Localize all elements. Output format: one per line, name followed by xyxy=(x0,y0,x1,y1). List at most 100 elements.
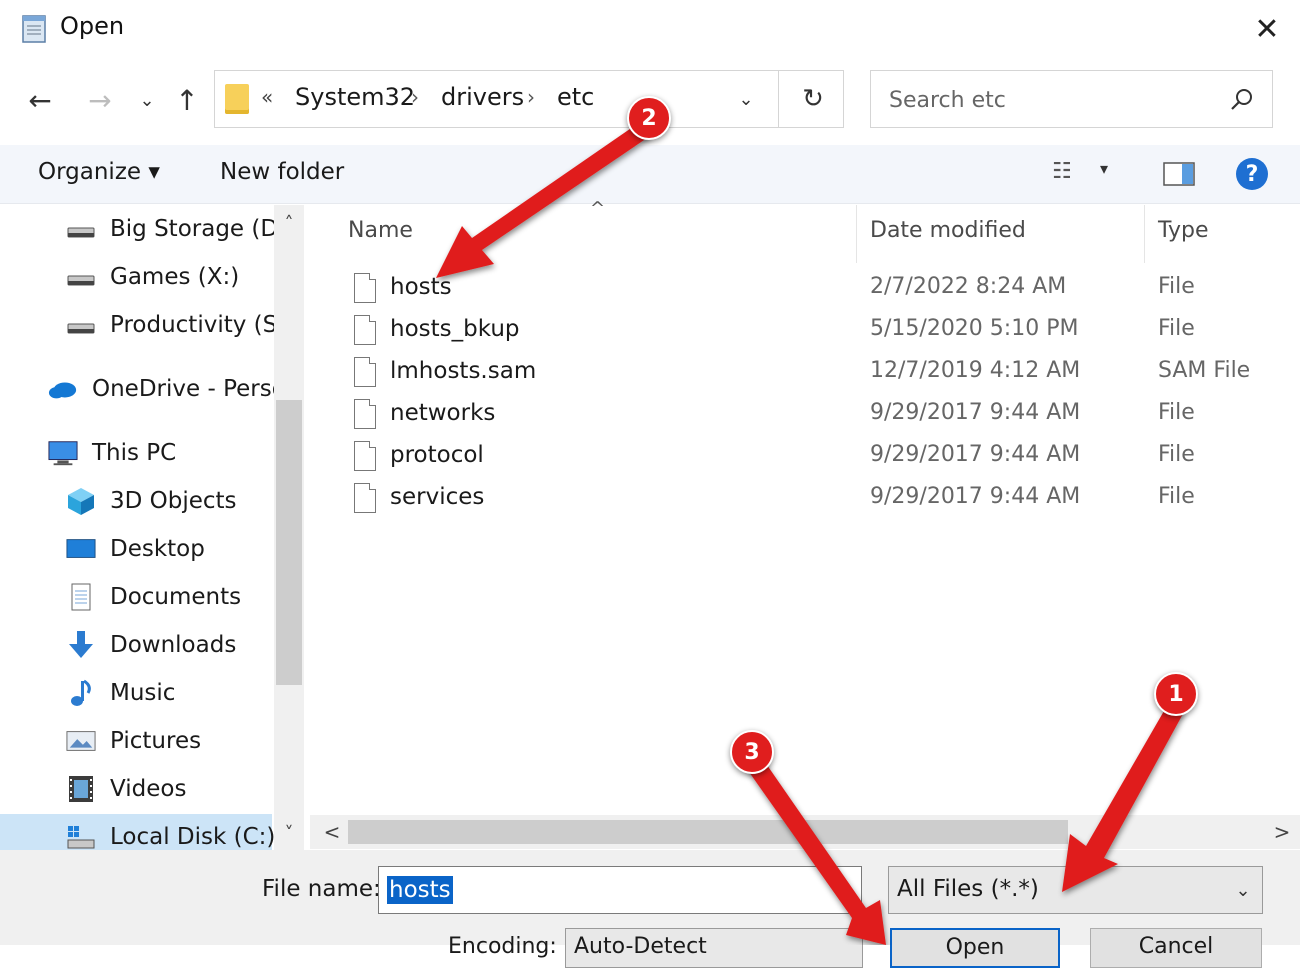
horizontal-scroll-thumb[interactable] xyxy=(348,820,1068,844)
nav-scroll-up-button[interactable]: ˄ xyxy=(276,208,302,238)
file-date: 9/29/2017 9:44 AM xyxy=(870,442,1081,467)
document-icon xyxy=(66,582,96,612)
breadcrumb-etc[interactable]: etc xyxy=(557,83,594,111)
nav-item-label: Local Disk (C:) xyxy=(110,824,276,850)
breadcrumb-overflow[interactable]: « xyxy=(261,85,273,109)
file-icon xyxy=(354,483,376,513)
file-row-protocol[interactable]: protocol 9/29/2017 9:44 AM File xyxy=(340,436,1290,478)
file-name-input[interactable]: hosts ⌄ xyxy=(378,866,862,914)
nav-item-label: This PC xyxy=(92,440,177,466)
folder-icon xyxy=(225,84,249,114)
search-icon[interactable] xyxy=(1227,85,1257,115)
drive-icon xyxy=(66,214,96,244)
refresh-button[interactable]: ↻ xyxy=(785,77,841,121)
view-dropdown-button[interactable]: ▾ xyxy=(1100,159,1124,189)
chevron-up-icon: ˄ xyxy=(284,212,294,234)
help-button[interactable]: ? xyxy=(1236,158,1268,190)
address-dropdown-button[interactable]: ⌄ xyxy=(731,79,761,119)
file-date: 2/7/2022 8:24 AM xyxy=(870,274,1067,299)
chevron-down-icon: ⌄ xyxy=(1235,879,1251,901)
file-name: services xyxy=(390,484,485,510)
up-button[interactable]: ↑ xyxy=(166,78,208,122)
nav-item-this-pc[interactable]: This PC xyxy=(48,431,176,475)
details-view-icon: ☷ xyxy=(1052,159,1072,184)
file-row-services[interactable]: services 9/29/2017 9:44 AM File xyxy=(340,478,1290,520)
file-name: networks xyxy=(390,400,496,426)
help-icon: ? xyxy=(1245,161,1259,187)
file-row-hosts[interactable]: hosts 2/7/2022 8:24 AM File xyxy=(340,268,1290,310)
preview-pane-button[interactable] xyxy=(1162,159,1196,189)
file-date: 9/29/2017 9:44 AM xyxy=(870,484,1081,509)
file-icon xyxy=(354,441,376,471)
column-divider[interactable] xyxy=(856,205,857,263)
nav-item-desktop[interactable]: Desktop xyxy=(66,527,205,571)
nav-item-downloads[interactable]: Downloads xyxy=(66,623,236,667)
scroll-left-button[interactable]: < xyxy=(320,818,344,846)
forward-button[interactable]: → xyxy=(80,78,120,122)
system-drive-icon xyxy=(66,822,96,852)
file-icon xyxy=(354,315,376,345)
file-type: SAM File xyxy=(1158,358,1251,383)
nav-item-music[interactable]: Music xyxy=(66,671,175,715)
breadcrumb-separator[interactable]: › xyxy=(411,85,419,109)
open-button-label: Open xyxy=(945,935,1005,960)
breadcrumb-system32[interactable]: System32 xyxy=(295,83,415,111)
back-button[interactable]: ← xyxy=(20,78,60,122)
nav-item-label: Desktop xyxy=(110,536,205,562)
recent-locations-button[interactable]: ⌄ xyxy=(134,80,160,120)
title-bar: Open ✕ xyxy=(0,0,1300,58)
nav-item-label: Productivity (S:) xyxy=(110,312,294,338)
nav-pane-scroll-thumb[interactable] xyxy=(276,400,302,685)
nav-scroll-down-button[interactable]: ˅ xyxy=(276,818,302,848)
nav-item-productivity[interactable]: Productivity (S:) xyxy=(66,303,294,347)
file-icon xyxy=(354,357,376,387)
file-row-hosts-bkup[interactable]: hosts_bkup 5/15/2020 5:10 PM File xyxy=(340,310,1290,352)
search-input[interactable] xyxy=(887,83,1221,117)
nav-item-onedrive[interactable]: OneDrive - Perso xyxy=(48,367,286,411)
nav-item-label: Big Storage (D:) xyxy=(110,216,295,242)
nav-item-documents[interactable]: Documents xyxy=(66,575,241,619)
music-icon xyxy=(66,678,96,708)
file-date: 5/15/2020 5:10 PM xyxy=(870,316,1079,341)
chevron-down-icon: ˅ xyxy=(284,822,294,844)
nav-item-label: 3D Objects xyxy=(110,488,237,514)
nav-item-videos[interactable]: Videos xyxy=(66,767,186,811)
file-type-dropdown-button[interactable]: ⌄ xyxy=(1229,875,1257,905)
file-type: File xyxy=(1158,484,1195,509)
file-type: File xyxy=(1158,400,1195,425)
address-bar[interactable]: « System32 › drivers › etc ⌄ ↻ xyxy=(214,70,844,128)
scroll-right-button[interactable]: > xyxy=(1270,818,1294,846)
view-options-button[interactable]: ☷ xyxy=(1052,159,1086,189)
column-header-date-modified[interactable]: Date modified xyxy=(870,218,1026,243)
cancel-button[interactable]: Cancel xyxy=(1090,928,1262,968)
column-divider[interactable] xyxy=(1144,205,1145,263)
encoding-select[interactable]: Auto-Detect xyxy=(565,928,863,968)
nav-item-pictures[interactable]: Pictures xyxy=(66,719,201,763)
file-type: File xyxy=(1158,442,1195,467)
nav-item-label: OneDrive - Perso xyxy=(92,376,286,402)
close-button[interactable]: ✕ xyxy=(1244,8,1290,50)
drive-icon xyxy=(66,262,96,292)
cloud-icon xyxy=(48,374,78,404)
nav-item-games[interactable]: Games (X:) xyxy=(66,255,239,299)
nav-item-label: Documents xyxy=(110,584,242,610)
window-title: Open xyxy=(60,12,125,40)
column-header-type[interactable]: Type xyxy=(1158,218,1209,243)
file-row-networks[interactable]: networks 9/29/2017 9:44 AM File xyxy=(340,394,1290,436)
organize-button[interactable]: Organize ▾ xyxy=(38,159,160,185)
nav-item-3d-objects[interactable]: 3D Objects xyxy=(66,479,237,523)
open-button[interactable]: Open xyxy=(890,928,1060,968)
new-folder-button[interactable]: New folder xyxy=(220,159,344,185)
nav-item-big-storage[interactable]: Big Storage (D:) xyxy=(66,207,295,251)
breadcrumb-drivers[interactable]: drivers xyxy=(441,83,524,111)
search-box[interactable] xyxy=(870,70,1273,128)
refresh-icon: ↻ xyxy=(802,84,824,114)
column-header-name[interactable]: Name xyxy=(348,218,413,243)
file-type-select[interactable]: All Files (*.*) ⌄ xyxy=(888,866,1263,914)
nav-item-label: Downloads xyxy=(110,632,237,658)
file-name-dropdown-button[interactable]: ⌄ xyxy=(829,875,857,905)
nav-item-label: Videos xyxy=(110,776,187,802)
computer-icon xyxy=(48,438,78,468)
file-row-lmhosts-sam[interactable]: lmhosts.sam 12/7/2019 4:12 AM SAM File xyxy=(340,352,1290,394)
breadcrumb-separator[interactable]: › xyxy=(527,85,535,109)
